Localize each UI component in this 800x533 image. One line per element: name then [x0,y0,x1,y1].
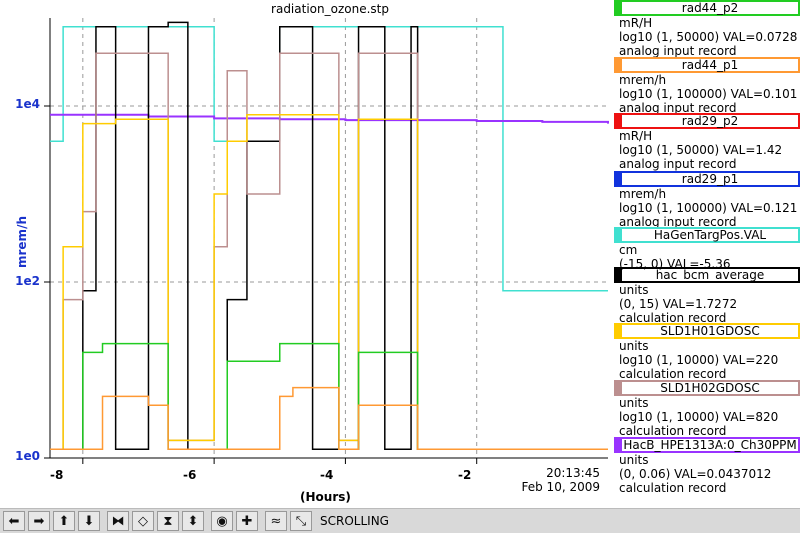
fit-button[interactable]: ⤡ [290,511,312,531]
legend-series-name: HacB_HPE1313A:0_Ch30PPM [623,438,797,452]
legend-series-name: hac_bcm_average [655,268,765,282]
arrow-left-button[interactable]: ⬅ [3,511,25,531]
scroll-mode-label: SCROLLING [320,514,389,528]
legend-info-line: log10 (1, 10000) VAL=820 [619,410,779,424]
series-line-hagentargpos-val [50,26,608,292]
legend-info-line: units [619,453,649,467]
legend-series-name: SLD1H02GDOSC [660,381,760,395]
autoscale-button[interactable]: ≈ [265,511,287,531]
zoom-out-horizontal-button[interactable]: ◇ [132,511,154,531]
legend-info-line: units [619,283,649,297]
legend-series-name: rad44_p1 [681,58,739,72]
arrow-down-icon: ⬇ [83,513,95,529]
legend-header[interactable]: HacB_HPE1313A:0_Ch30PPM [614,437,800,453]
legend-info-line: analog input record [619,157,737,171]
legend-header[interactable]: hac_bcm_average [614,267,800,283]
legend-series-name: rad44_p2 [681,1,739,15]
legend-header[interactable]: rad29_p1 [614,171,800,187]
arrow-up-icon: ⬆ [58,513,70,529]
legend-entry[interactable]: rad29_p1 mrem/h log10 (1, 100000) VAL=0.12… [614,171,800,229]
legend-header[interactable]: HaGenTargPos.VAL [614,227,800,243]
legend-entry[interactable]: rad44_p2 mR/H log10 (1, 50000) VAL=0.0728 a… [614,0,800,58]
legend-info-line: log10 (1, 50000) VAL=1.42 [619,143,783,157]
zoom-in-horizontal-button[interactable]: ⧓ [107,511,129,531]
fit-icon: ⤡ [295,513,307,529]
arrow-down-button[interactable]: ⬇ [78,511,100,531]
add-button[interactable]: ✚ [236,511,258,531]
legend-info-line: calculation record [619,367,727,381]
legend-series-name: SLD1H01GDOSC [660,324,760,338]
legend-info-line: (0, 0.06) VAL=0.0437012 [619,467,772,481]
zoom-in-vertical-icon: ⧗ [163,513,173,529]
zoom-out-vertical-icon: ⬍ [187,513,199,529]
legend-info-line: units [619,396,649,410]
series-line-hac-bcm-average [50,21,608,450]
legend-info-line: cm [619,243,638,257]
legend-info-line: mrem/h [619,73,667,87]
legend-info-line: units [619,339,649,353]
arrow-left-icon: ⬅ [8,513,20,529]
legend-entry[interactable]: rad29_p2 mR/H log10 (1, 50000) VAL=1.42 ana… [614,113,800,171]
record-button[interactable]: ◉ [211,511,233,531]
legend-info-line: mR/H [619,129,653,143]
record-icon: ◉ [216,513,228,529]
arrow-right-button[interactable]: ➡ [28,511,50,531]
zoom-in-vertical-button[interactable]: ⧗ [157,511,179,531]
legend-series-name: rad29_p1 [681,172,739,186]
legend-info-line: log10 (1, 50000) VAL=0.0728 [619,30,798,44]
zoom-in-horizontal-icon: ⧓ [111,513,125,529]
legend-header[interactable]: rad44_p1 [614,57,800,73]
legend-series-name: rad29_p2 [681,114,739,128]
legend-info-line: calculation record [619,424,727,438]
legend-entry[interactable]: HacB_HPE1313A:0_Ch30PPM units (0, 0.06) VA… [614,437,800,495]
autoscale-icon: ≈ [270,513,282,529]
legend-info-line: mR/H [619,16,653,30]
legend-info-line: mrem/h [619,187,667,201]
arrow-up-button[interactable]: ⬆ [53,511,75,531]
legend-entry[interactable]: rad44_p1 mrem/h log10 (1, 100000) VAL=0.10… [614,57,800,115]
chart-canvas [44,18,609,464]
legend-header[interactable]: rad44_p2 [614,0,800,16]
legend-info-line: (0, 15) VAL=1.7272 [619,297,738,311]
toolbar: ⬅ ➡ ⬆ ⬇ ⧓ ◇ ⧗ ⬍ ◉ ✚ ≈ ⤡ SCROLLING [0,508,800,533]
legend-entry[interactable]: SLD1H02GDOSC units log10 (1, 10000) VAL=82… [614,380,800,438]
legend-info-line: log10 (1, 10000) VAL=220 [619,353,779,367]
plot-area[interactable]: radiation_ozone.stp mrem/h 1e4 1e2 1e0 -… [0,0,612,508]
legend-series-name: HaGenTargPos.VAL [653,228,767,242]
legend-info-line: calculation record [619,481,727,495]
series-line-sld1h02gdosc [50,52,608,450]
legend-entry[interactable]: HaGenTargPos.VAL cm (-15, 0) VAL=-5.36 [614,227,800,271]
add-icon: ✚ [241,513,253,529]
zoom-out-horizontal-icon: ◇ [138,513,148,529]
legend-header[interactable]: SLD1H02GDOSC [614,380,800,396]
series-line-rad44-p1 [50,386,608,450]
legend-header[interactable]: rad29_p2 [614,113,800,129]
legend-header[interactable]: SLD1H01GDOSC [614,323,800,339]
zoom-out-vertical-button[interactable]: ⬍ [182,511,204,531]
legend-info-line: log10 (1, 100000) VAL=0.101 [619,87,798,101]
legend-entry[interactable]: hac_bcm_average units (0, 15) VAL=1.7272 ca… [614,267,800,325]
arrow-right-icon: ➡ [33,513,45,529]
legend-entry[interactable]: SLD1H01GDOSC units log10 (1, 10000) VAL=22… [614,323,800,381]
legend-info-line: log10 (1, 100000) VAL=0.121 [619,201,798,215]
legend-info-line: analog input record [619,44,737,58]
legend-panel: rad44_p2 mR/H log10 (1, 50000) VAL=0.0728 a… [614,0,800,508]
